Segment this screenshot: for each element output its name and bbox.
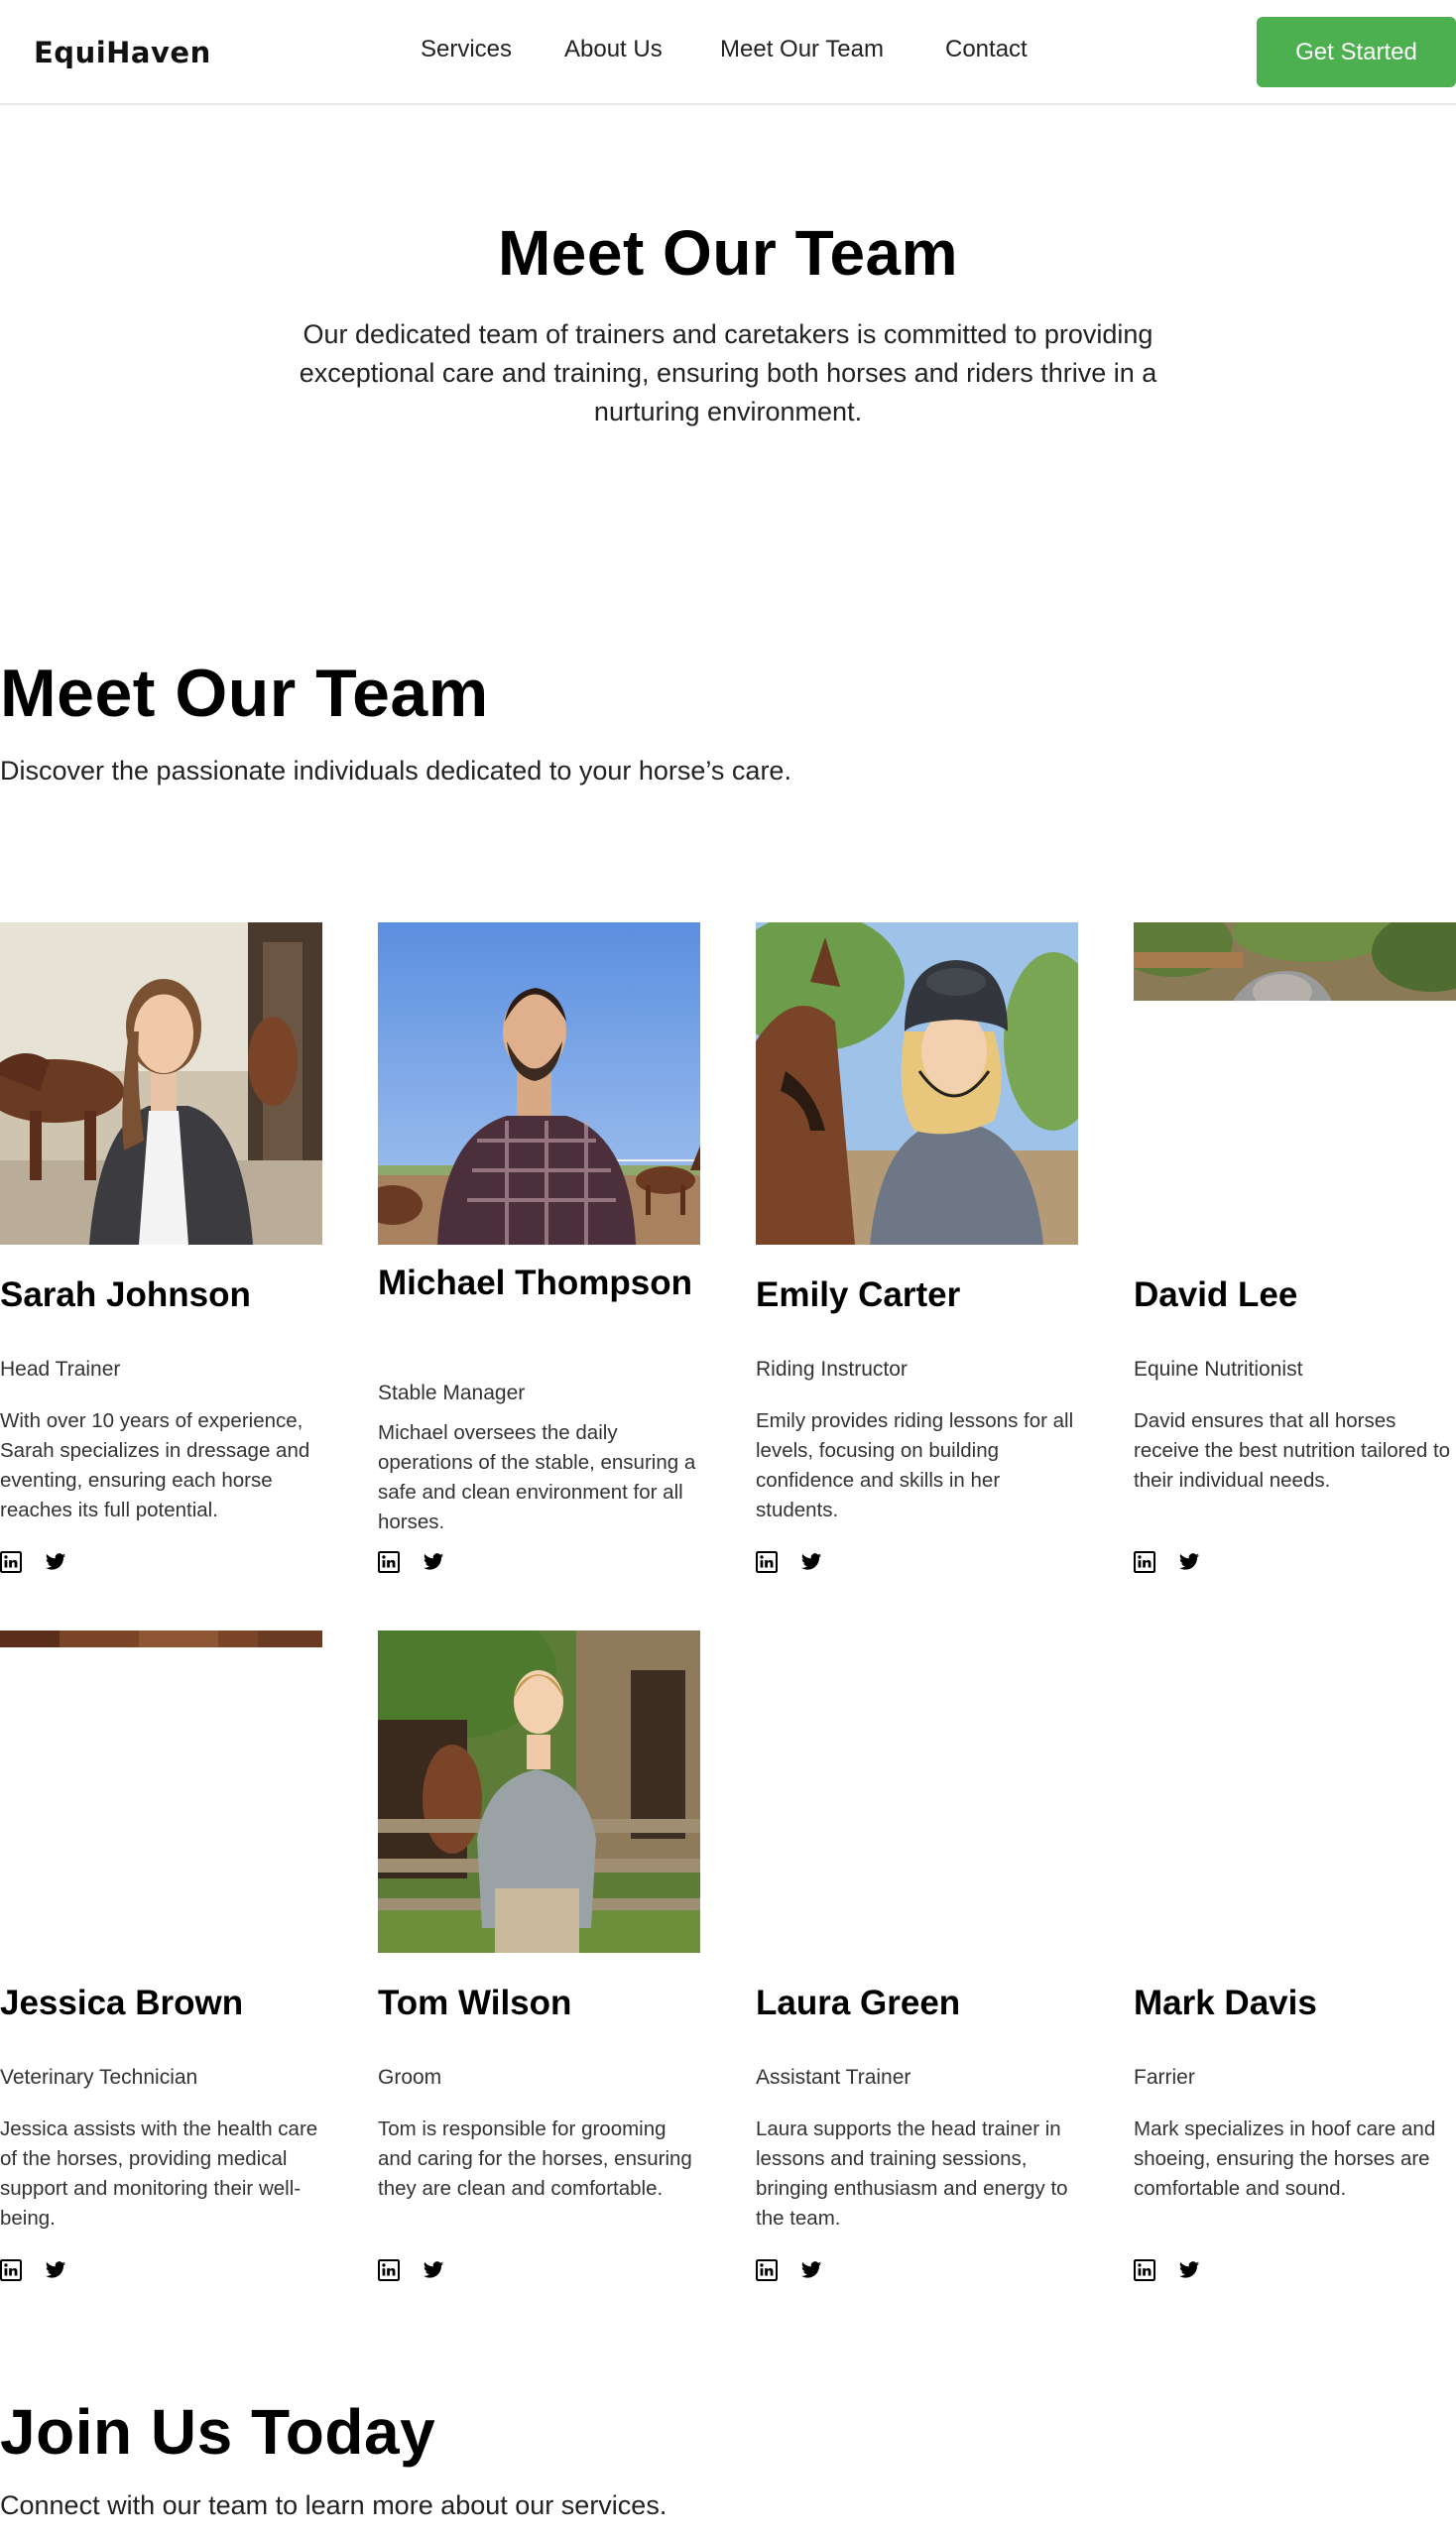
twitter-icon[interactable] <box>1178 2259 1200 2281</box>
member-role: Head Trainer <box>0 1358 121 1381</box>
member-bio: David ensures that all horses receive th… <box>1134 1409 1451 1492</box>
linkedin-icon[interactable] <box>1134 1551 1155 1573</box>
twitter-icon[interactable] <box>1178 1551 1200 1573</box>
linkedin-icon[interactable] <box>378 2259 400 2281</box>
nav-link-about-us[interactable]: About Us <box>564 36 663 63</box>
team-photo-david-lee <box>1134 922 1456 1001</box>
team-photo-emily-carter <box>756 922 1078 1245</box>
member-bio: With over 10 years of experience, Sarah … <box>0 1409 310 1521</box>
member-name: Laura Green <box>756 1984 961 2022</box>
member-name: Jessica Brown <box>0 1984 244 2022</box>
member-role: Groom <box>378 2066 442 2089</box>
linkedin-icon[interactable] <box>0 1551 22 1573</box>
member-role: Equine Nutritionist <box>1134 1358 1303 1381</box>
member-role: Stable Manager <box>378 1382 526 1404</box>
member-name: Sarah Johnson <box>0 1275 251 1314</box>
join-subtitle: Connect with our team to learn more abou… <box>0 2490 667 2520</box>
site-header: EquiHaven Services About Us Meet Our Tea… <box>0 0 1456 105</box>
get-started-button[interactable]: Get Started <box>1257 17 1456 87</box>
social-links <box>1134 1551 1213 1575</box>
social-links <box>0 2259 79 2283</box>
nav-link-services[interactable]: Services <box>421 36 512 63</box>
member-role: Riding Instructor <box>756 1358 908 1381</box>
main-nav: Services About Us Meet Our Team Contact <box>0 36 1456 71</box>
linkedin-icon[interactable] <box>756 1551 778 1573</box>
team-photo-michael-thompson <box>378 922 700 1245</box>
social-links <box>378 2259 457 2283</box>
twitter-icon[interactable] <box>423 1551 444 1573</box>
social-links <box>1134 2259 1213 2283</box>
team-section-title: Meet Our Team <box>0 656 489 731</box>
social-links <box>378 1551 457 1575</box>
twitter-icon[interactable] <box>45 2259 66 2281</box>
team-photo-jessica-brown <box>0 1631 322 1647</box>
hero-subtitle: Our dedicated team of trainers and caret… <box>299 319 1157 426</box>
twitter-icon[interactable] <box>800 1551 822 1573</box>
social-links <box>756 2259 835 2283</box>
member-role: Veterinary Technician <box>0 2066 198 2089</box>
team-photo-tom-wilson <box>378 1631 700 1953</box>
member-bio: Jessica assists with the health care of … <box>0 2117 318 2230</box>
team-section-subtitle: Discover the passionate individuals dedi… <box>0 756 791 786</box>
linkedin-icon[interactable] <box>1134 2259 1155 2281</box>
social-links <box>0 1551 79 1575</box>
nav-link-contact[interactable]: Contact <box>945 36 1028 63</box>
member-bio: Emily provides riding lessons for all le… <box>756 1409 1074 1521</box>
member-role: Assistant Trainer <box>756 2066 911 2089</box>
team-photo-sarah-johnson <box>0 922 322 1245</box>
join-title: Join Us Today <box>0 2396 436 2468</box>
linkedin-icon[interactable] <box>756 2259 778 2281</box>
hero-title: Meet Our Team <box>497 217 959 289</box>
nav-link-meet-our-team[interactable]: Meet Our Team <box>720 36 884 63</box>
member-role: Farrier <box>1134 2066 1195 2089</box>
twitter-icon[interactable] <box>45 1551 66 1573</box>
member-name: Tom Wilson <box>378 1984 572 2022</box>
member-name: Michael Thompson <box>378 1264 692 1302</box>
social-links <box>756 1551 835 1575</box>
member-bio: Laura supports the head trainer in lesso… <box>756 2117 1068 2230</box>
member-bio: Tom is responsible for grooming and cari… <box>378 2117 692 2200</box>
member-name: Mark Davis <box>1134 1984 1317 2022</box>
linkedin-icon[interactable] <box>378 1551 400 1573</box>
linkedin-icon[interactable] <box>0 2259 22 2281</box>
member-name: Emily Carter <box>756 1275 961 1314</box>
member-bio: Mark specializes in hoof care and shoein… <box>1134 2117 1436 2200</box>
member-name: David Lee <box>1134 1275 1298 1314</box>
twitter-icon[interactable] <box>423 2259 444 2281</box>
member-bio: Michael oversees the daily operations of… <box>378 1421 696 1533</box>
twitter-icon[interactable] <box>800 2259 822 2281</box>
